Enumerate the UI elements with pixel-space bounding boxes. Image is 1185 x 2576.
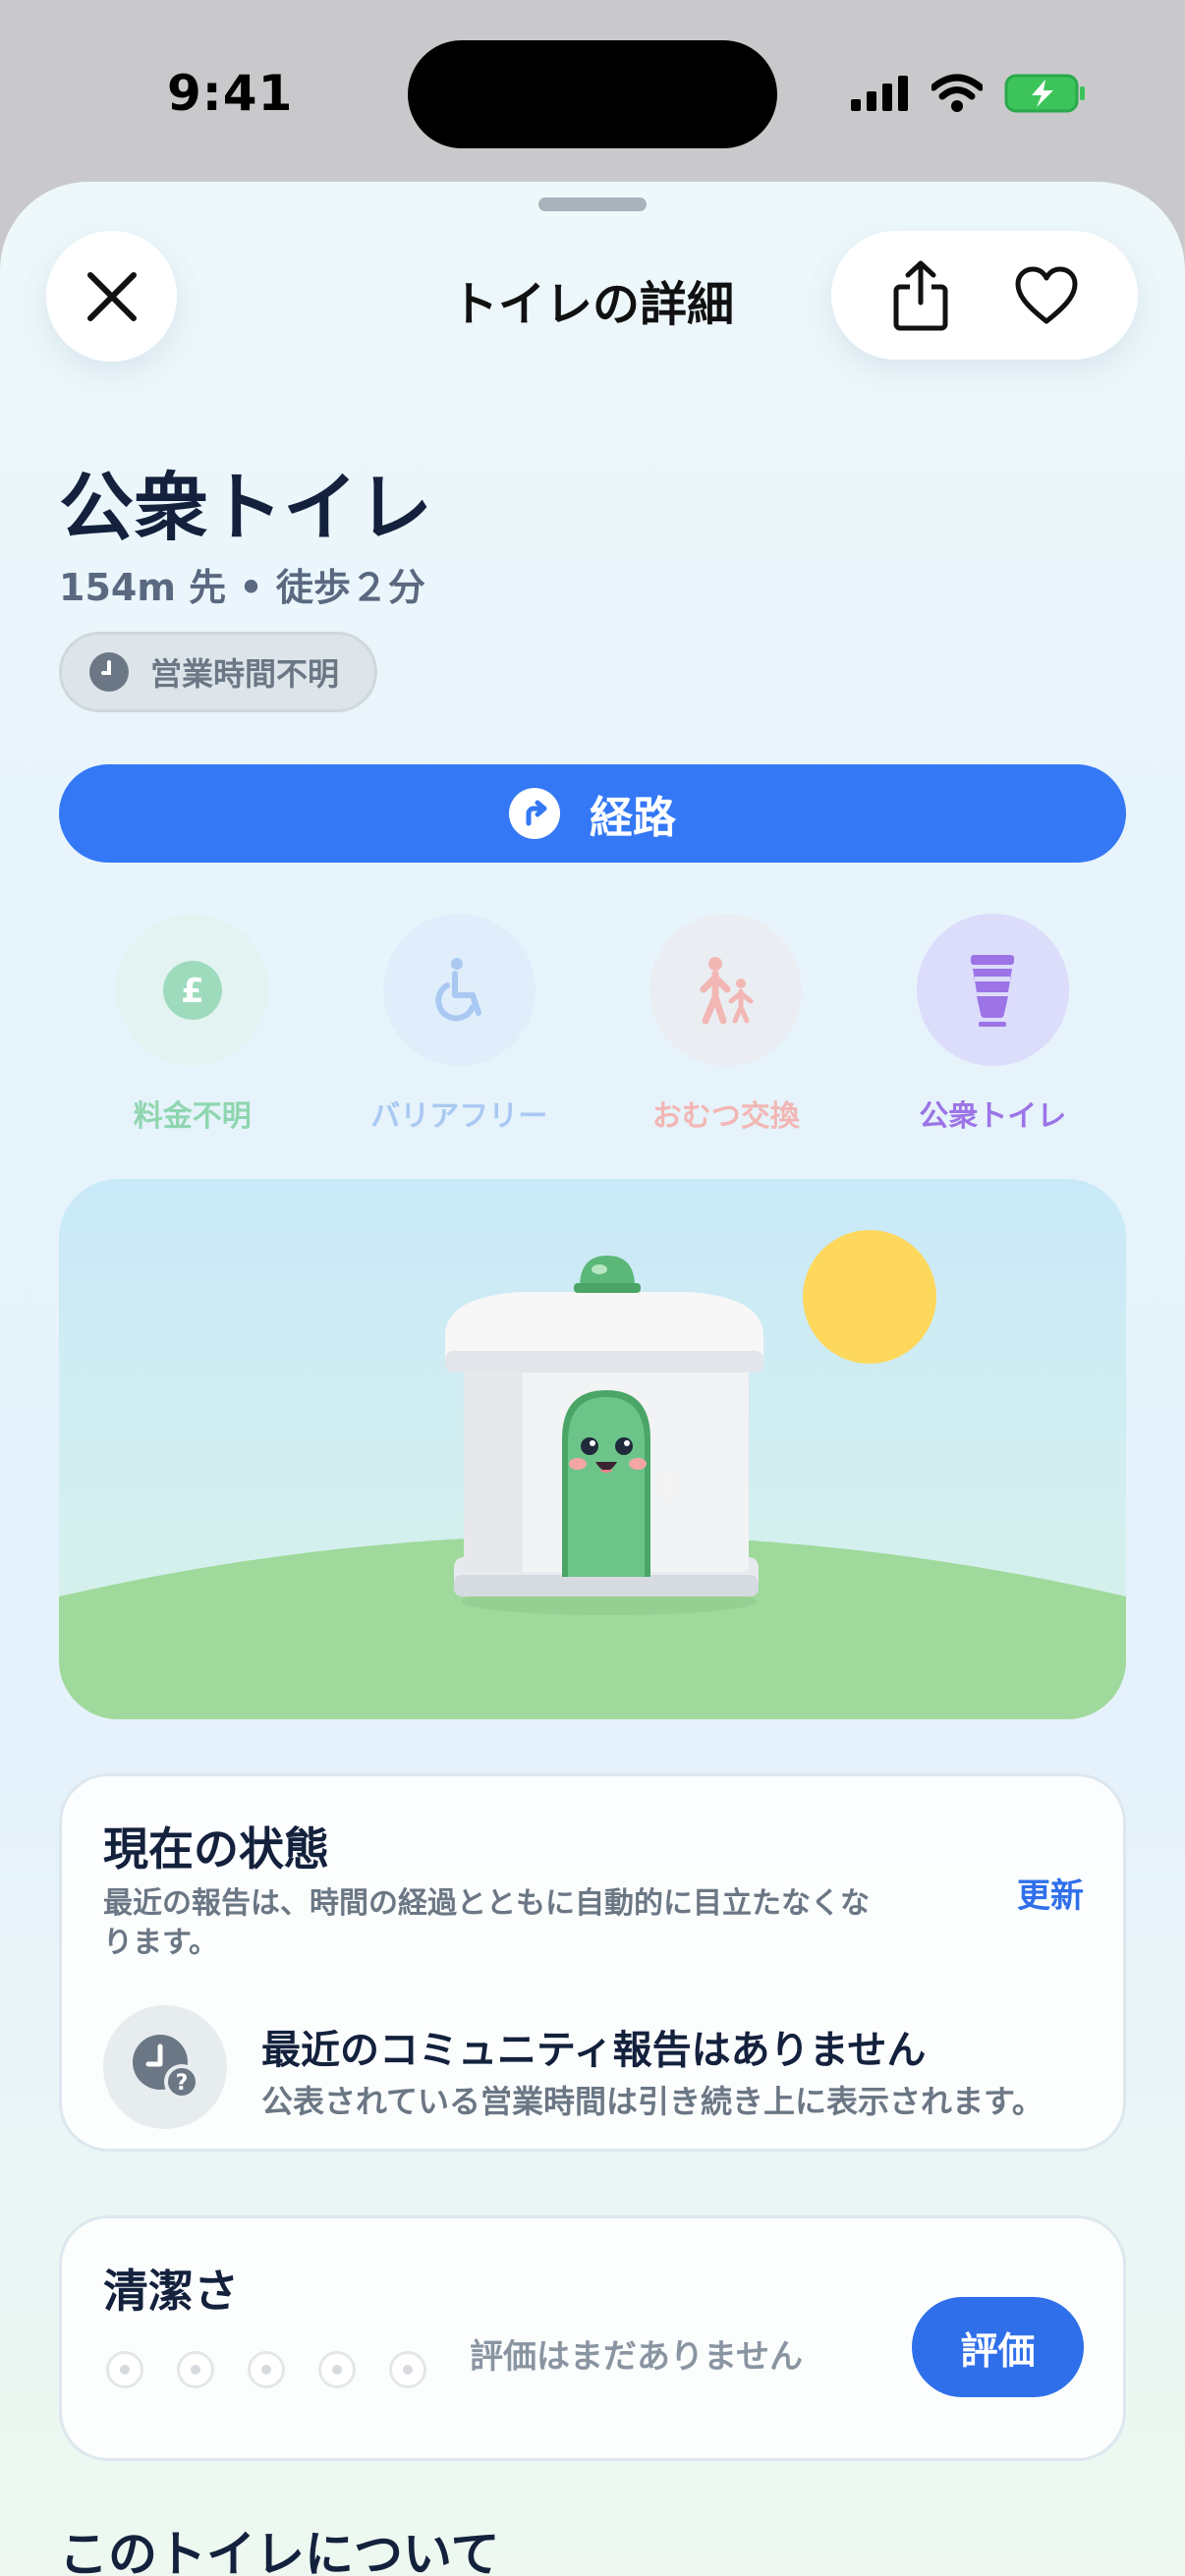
place-title: 公衆トイレ bbox=[59, 464, 432, 551]
toilet-roll-icon bbox=[106, 2351, 143, 2388]
current-status-card: 現在の状態 最近の報告は、時間の経過とともに自動的に目立たなくなります。 更新 … bbox=[59, 1773, 1126, 2152]
feature-accessible-label: バリアフリー bbox=[370, 1099, 548, 1134]
no-reports-subtitle: 公表されている営業時間は引き続き上に表示されます。 bbox=[261, 2083, 1044, 2120]
current-status-title: 現在の状態 bbox=[103, 1822, 329, 1876]
clock-icon bbox=[89, 652, 129, 692]
detail-sheet: トイレの詳細 公衆トイレ 154m 先 • 徒歩２分 営業時間不明 経路 £ 料… bbox=[0, 182, 1185, 2576]
hours-badge: 営業時間不明 bbox=[59, 632, 378, 712]
family-icon bbox=[700, 956, 754, 1024]
feature-diaper-label: おむつ交換 bbox=[651, 1099, 800, 1134]
turn-right-icon bbox=[509, 788, 560, 839]
clock-question-icon: ? bbox=[133, 2035, 199, 2100]
feature-diaper[interactable]: おむつ交換 bbox=[592, 914, 860, 1135]
feature-accessible-circle bbox=[382, 914, 536, 1066]
toilet-roll-icon bbox=[177, 2351, 214, 2388]
place-distance: 154m 先 • 徒歩２分 bbox=[59, 566, 425, 609]
no-reports-title: 最近のコミュニティ報告はありません bbox=[261, 2028, 927, 2073]
rate-button[interactable]: 評価 bbox=[912, 2297, 1084, 2397]
heart-icon[interactable] bbox=[1014, 266, 1079, 325]
feature-public-toilet-circle bbox=[916, 914, 1069, 1066]
feature-fee-label: 料金不明 bbox=[133, 1099, 252, 1134]
status-bar: 9:41 bbox=[0, 0, 1185, 187]
toilet-roll-icon bbox=[389, 2351, 426, 2388]
feature-fee-circle: £ bbox=[116, 914, 269, 1066]
header-actions bbox=[831, 231, 1138, 360]
cleanliness-card: 清潔さ 評価はまだありません 評価 bbox=[59, 2215, 1126, 2461]
wifi-icon bbox=[931, 74, 983, 112]
toilet-roll-icon bbox=[248, 2351, 285, 2388]
refresh-button[interactable]: 更新 bbox=[1017, 1869, 1084, 1917]
dynamic-island bbox=[408, 40, 777, 148]
toilet-roll-icon bbox=[318, 2351, 356, 2388]
route-button[interactable]: 経路 bbox=[59, 764, 1126, 863]
share-icon[interactable] bbox=[890, 259, 951, 332]
sun-illustration bbox=[803, 1230, 936, 1364]
cleanliness-title: 清潔さ bbox=[103, 2265, 239, 2318]
toilet-booth-illustration bbox=[445, 1256, 763, 1615]
status-time: 9:41 bbox=[167, 65, 294, 122]
status-icons bbox=[851, 73, 1087, 114]
svg-text:?: ? bbox=[176, 2071, 189, 2096]
feature-row: £ 料金不明 バリアフリー おむつ交換 公衆トイレ bbox=[59, 914, 1126, 1135]
wheelchair-icon bbox=[435, 957, 482, 1021]
battery-charging-icon bbox=[1004, 74, 1085, 113]
toilet-illustration bbox=[59, 1179, 1126, 1719]
status-icon-container: ? bbox=[103, 2005, 227, 2129]
sheet-grabber[interactable] bbox=[538, 197, 647, 211]
toilet-icon bbox=[971, 954, 1015, 1027]
feature-diaper-circle bbox=[649, 914, 803, 1066]
route-button-label: 経路 bbox=[590, 793, 676, 843]
no-rating-text: 評価はまだありません bbox=[470, 2337, 803, 2377]
svg-text:£: £ bbox=[181, 972, 204, 1011]
current-status-description: 最近の報告は、時間の経過とともに自動的に目立たなくなります。 bbox=[103, 1886, 870, 1960]
about-section-title: このトイレについて bbox=[59, 2526, 500, 2576]
feature-accessible[interactable]: バリアフリー bbox=[326, 914, 593, 1135]
cleanliness-rating[interactable] bbox=[106, 2351, 426, 2388]
feature-fee[interactable]: £ 料金不明 bbox=[59, 914, 326, 1135]
hours-badge-label: 営業時間不明 bbox=[150, 655, 340, 693]
feature-public-toilet-label: 公衆トイレ bbox=[919, 1099, 1067, 1134]
pound-coin-icon: £ bbox=[162, 960, 222, 1020]
feature-public-toilet[interactable]: 公衆トイレ bbox=[860, 914, 1127, 1135]
cellular-signal-icon bbox=[851, 76, 908, 111]
